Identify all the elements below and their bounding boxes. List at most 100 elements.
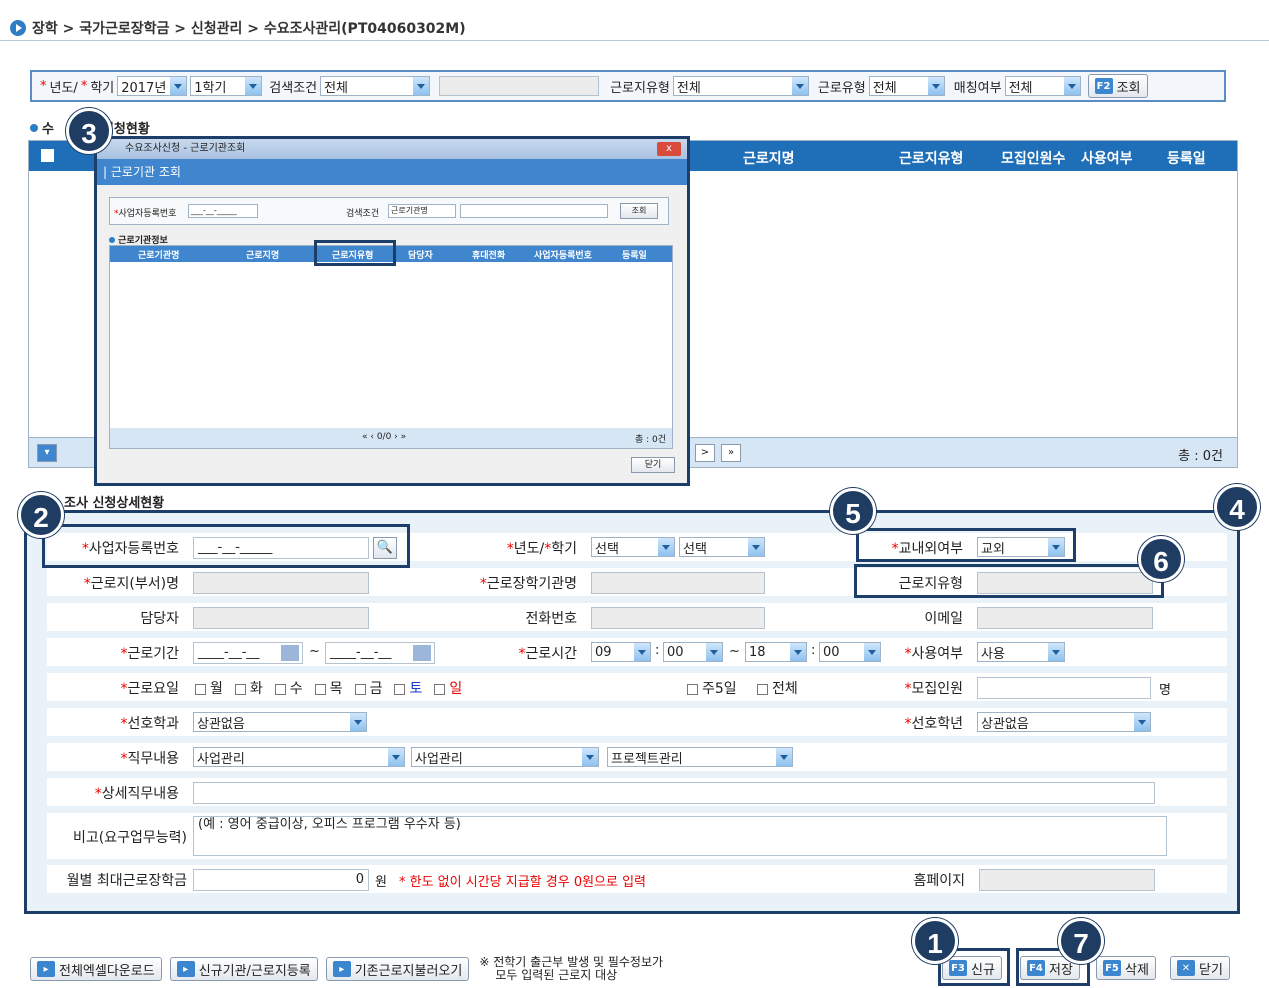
dropdown-arrow-icon xyxy=(658,538,674,556)
column-header[interactable]: 등록일 xyxy=(1167,148,1206,168)
load-previous-button[interactable]: ▸ 기존근로지불러오기 xyxy=(325,957,470,981)
search-bar: * 년도/* 학기 2017년 1학기 검색조건 전체 근로지유형 전체 근로유형 … xyxy=(30,70,1226,102)
dropdown-arrow-icon xyxy=(634,643,650,661)
major-select[interactable]: 상관없음 xyxy=(193,712,367,732)
min-start-select[interactable]: 00 xyxy=(663,642,723,662)
dropdown-arrow-icon xyxy=(582,748,598,766)
laborkind-select[interactable]: 전체 xyxy=(868,76,945,96)
all-days-checkbox[interactable]: 전체 xyxy=(757,678,798,698)
dropdown-arrow-icon xyxy=(1134,713,1150,731)
modal-biz-no-input[interactable]: ___-__-_____ xyxy=(188,204,258,218)
laborkind-label: 근로유형 xyxy=(817,80,866,96)
term-label: 학기 xyxy=(90,80,115,96)
calendar-icon[interactable] xyxy=(281,645,299,661)
arrow-right-icon: ▸ xyxy=(37,961,55,977)
close-icon: ✕ xyxy=(1177,960,1195,976)
highlight-box xyxy=(42,524,410,568)
form-row: 비고(요구업무능력) (예 : 영어 중급이상, 오피스 프로그램 우수자 등) xyxy=(47,813,1227,859)
modal-search-button[interactable]: 조회 xyxy=(620,203,658,219)
monthly-amount-input[interactable]: 0 xyxy=(193,869,369,891)
detail-section-title: 조사 신청상세현황 xyxy=(64,496,165,511)
modal-grid-footer: « ‹ 0/0 › » 총 : 0건 xyxy=(110,428,672,448)
condition-select[interactable]: 전체 xyxy=(320,76,431,96)
new-button[interactable]: F3 신규 xyxy=(942,956,1002,980)
last-page-button[interactable]: » xyxy=(721,444,741,462)
modal-condition-select[interactable]: 근로기관명 xyxy=(388,204,456,218)
form-row: *직무내용 사업관리 사업관리 프로젝트관리 xyxy=(47,743,1227,771)
duty-select-2[interactable]: 사업관리 xyxy=(411,747,599,767)
form-row: *근로요일 월화수목금토일 주5일 전체 *모집인원 명 xyxy=(47,673,1227,701)
dropdown-arrow-icon xyxy=(790,643,806,661)
close-button[interactable]: ✕ 닫기 xyxy=(1170,956,1230,980)
five-day-checkbox[interactable]: 주5일 xyxy=(687,678,737,698)
use-select[interactable]: 사용 xyxy=(977,642,1065,662)
next-page-button[interactable]: > xyxy=(695,444,715,462)
delete-button[interactable]: F5 삭제 xyxy=(1096,956,1156,980)
email-input[interactable] xyxy=(977,607,1153,629)
weekday-checkbox[interactable]: 토 xyxy=(394,681,422,697)
hour-end-select[interactable]: 18 xyxy=(745,642,807,662)
search-input[interactable] xyxy=(439,76,600,96)
column-header[interactable]: 사용여부 xyxy=(1081,148,1133,168)
weekday-checkbox[interactable]: 일 xyxy=(434,681,462,697)
modal-column-header[interactable]: 휴대전화 xyxy=(472,248,505,261)
highlight-box xyxy=(314,240,396,266)
modal-column-header[interactable]: 등록일 xyxy=(622,248,647,261)
dropdown-arrow-icon xyxy=(350,713,366,731)
calendar-icon[interactable] xyxy=(413,645,431,661)
institution-search-modal: 수요조사신청 - 근로기관조회 x | 근로기관 조회 *사업자등록번호 ___… xyxy=(94,136,690,486)
step-badge: 3 xyxy=(66,108,112,154)
duty-select-3[interactable]: 프로젝트관리 xyxy=(607,747,793,767)
search-button[interactable]: F2 조회 xyxy=(1087,74,1148,98)
new-institution-button[interactable]: ▸ 신규기관/근로지등록 xyxy=(169,957,318,981)
breadcrumb-text: 장학 > 국가근로장학금 > 신청관리 > 수요조사관리(PT04060302M… xyxy=(32,21,466,37)
workplace-input[interactable] xyxy=(193,572,369,594)
column-header[interactable]: 근로지유형 xyxy=(899,148,963,168)
weekday-checkbox[interactable]: 화 xyxy=(234,681,263,697)
institution-input[interactable] xyxy=(591,572,765,594)
detail-term-select[interactable]: 선택 xyxy=(679,537,765,557)
arrow-right-icon: ▸ xyxy=(176,961,195,977)
breadcrumb: 장학 > 국가근로장학금 > 신청관리 > 수요조사관리(PT04060302M… xyxy=(10,18,466,38)
homepage-input[interactable] xyxy=(979,869,1155,891)
phone-input[interactable] xyxy=(591,607,765,629)
detail-year-select[interactable]: 선택 xyxy=(591,537,675,557)
worktype-select[interactable]: 전체 xyxy=(672,76,809,96)
modal-close-button[interactable]: 닫기 xyxy=(631,457,675,473)
modal-titlebar: 수요조사신청 - 근로기관조회 xyxy=(97,139,687,159)
pager[interactable]: « ‹ 0/0 › » xyxy=(362,432,406,442)
select-all-checkbox[interactable] xyxy=(41,149,54,162)
hour-start-select[interactable]: 09 xyxy=(591,642,651,662)
manager-input[interactable] xyxy=(193,607,369,629)
modal-column-header[interactable]: 담당자 xyxy=(408,248,433,261)
grade-select[interactable]: 상관없음 xyxy=(977,712,1151,732)
form-row: 월별 최대근로장학금 0 원 * 한도 없이 시간당 지급할 경우 0원으로 입… xyxy=(47,865,1227,893)
modal-column-header[interactable]: 근로기관명 xyxy=(138,248,179,261)
bullet-icon xyxy=(109,237,115,243)
step-badge: 7 xyxy=(1058,918,1104,964)
year-select[interactable]: 2017년 xyxy=(117,76,188,96)
weekday-checkbox[interactable]: 목 xyxy=(314,681,343,697)
duty-detail-input[interactable] xyxy=(193,782,1155,804)
matching-select[interactable]: 전체 xyxy=(1004,76,1081,96)
weekday-checkbox[interactable]: 월 xyxy=(195,681,223,697)
modal-column-header[interactable]: 근로지명 xyxy=(246,248,279,261)
play-icon xyxy=(10,20,26,36)
term-select[interactable]: 1학기 xyxy=(190,76,263,96)
form-row: *상세직무내용 xyxy=(47,778,1227,806)
worktype-label: 근로지유형 xyxy=(610,80,670,96)
form-row: 담당자 전화번호 이메일 xyxy=(47,603,1227,631)
modal-column-header[interactable]: 사업자등록번호 xyxy=(534,248,592,261)
column-header[interactable]: 근로지명 xyxy=(743,148,795,168)
column-header[interactable]: 모집인원수 xyxy=(1001,148,1065,168)
recruit-input[interactable] xyxy=(977,677,1151,699)
weekday-checkbox[interactable]: 수 xyxy=(274,681,303,697)
close-icon[interactable]: x xyxy=(657,142,681,156)
modal-search-input[interactable] xyxy=(460,204,608,218)
remark-textarea[interactable]: (예 : 영어 중급이상, 오피스 프로그램 우수자 등) xyxy=(193,816,1167,856)
excel-download-button[interactable]: ▸ 전체엑셀다운로드 xyxy=(30,957,162,981)
duty-select-1[interactable]: 사업관리 xyxy=(193,747,405,767)
expand-button[interactable]: ▾ xyxy=(37,444,57,462)
dropdown-arrow-icon xyxy=(776,748,792,766)
weekday-checkbox[interactable]: 금 xyxy=(354,681,382,697)
